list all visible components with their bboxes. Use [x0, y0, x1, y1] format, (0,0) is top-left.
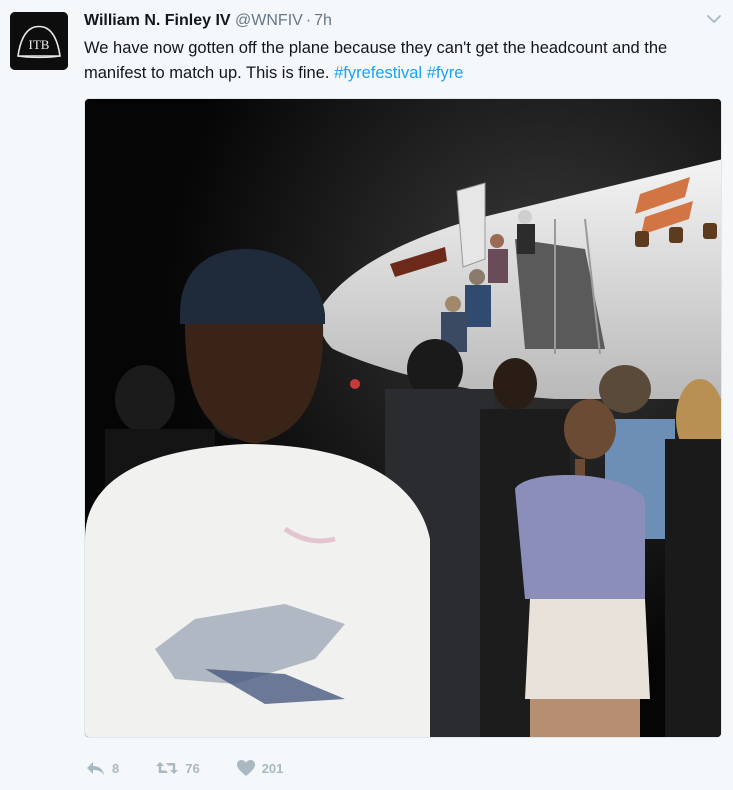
retweet-button[interactable]: 76 — [155, 759, 200, 777]
author-name[interactable]: William N. Finley IV — [84, 12, 231, 29]
reply-button[interactable]: 8 — [84, 759, 119, 777]
reply-count: 8 — [112, 760, 120, 776]
itb-logo-icon: ITB — [10, 12, 68, 70]
hashtag-link[interactable]: #fyrefestival — [334, 64, 422, 82]
tweet-photo[interactable] — [84, 98, 722, 738]
avatar[interactable]: ITB — [10, 12, 68, 70]
like-count: 201 — [261, 760, 284, 776]
retweet-icon — [156, 762, 179, 774]
like-button[interactable]: 201 — [236, 759, 284, 777]
photo-of-passengers-leaving-plane-at-night — [85, 99, 721, 737]
separator-dot: · — [305, 12, 312, 29]
author-handle[interactable]: @WNFIV — [235, 12, 303, 29]
reply-icon — [87, 762, 104, 775]
chevron-down-icon[interactable] — [705, 12, 723, 26]
hashtag-link[interactable]: #fyre — [427, 64, 464, 82]
tweet-text: We have now gotten off the plane because… — [84, 36, 724, 86]
tweet-header: William N. Finley IV @WNFIV · 7h — [84, 12, 332, 34]
heart-icon — [236, 760, 255, 776]
tweet-timestamp[interactable]: 7h — [314, 12, 332, 29]
tweet: ITB William N. Finley IV @WNFIV · 7h We ha… — [0, 0, 733, 790]
tweet-actions: 8 76 201 — [84, 757, 319, 779]
retweet-count: 76 — [185, 760, 200, 776]
avatar-text: ITB — [29, 37, 50, 52]
